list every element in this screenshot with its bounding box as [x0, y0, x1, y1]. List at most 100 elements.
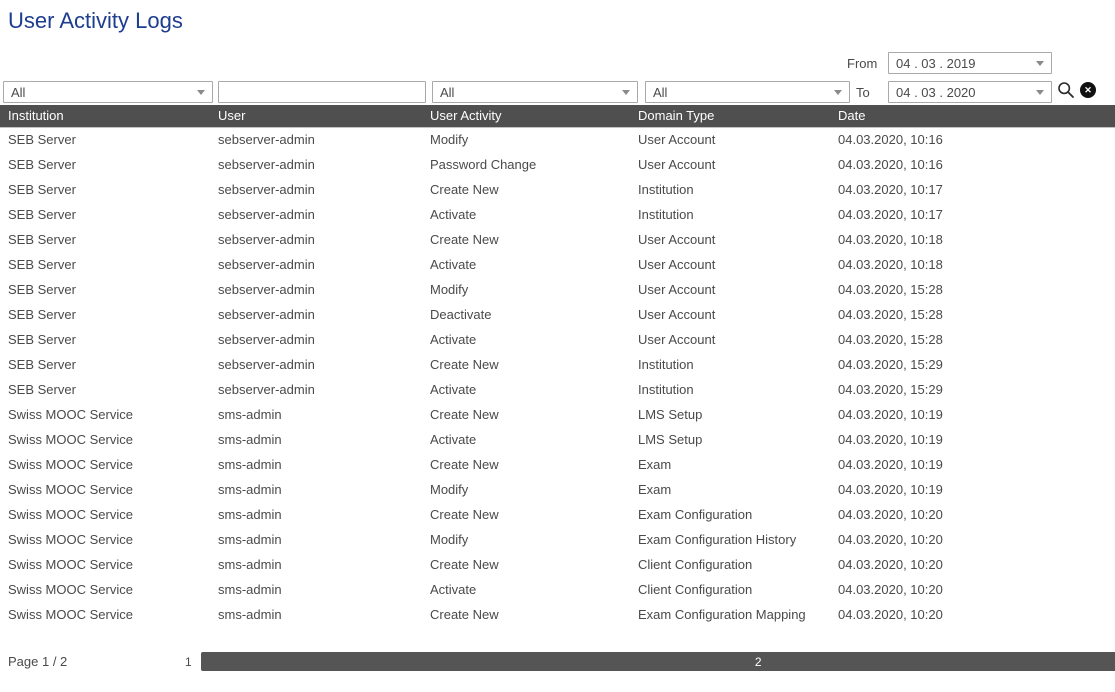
to-date-select[interactable]: 04 . 03 . 2020 [888, 81, 1052, 103]
column-header[interactable]: User [210, 105, 422, 127]
table-cell: User Account [630, 302, 830, 327]
table-row[interactable]: SEB Serversebserver-adminCreate NewUser … [0, 227, 1115, 252]
column-header[interactable]: Date [830, 105, 1115, 127]
from-date-select[interactable]: 04 . 03 . 2019 [888, 52, 1052, 74]
table-cell: Create New [422, 402, 630, 427]
table-cell: Swiss MOOC Service [0, 577, 210, 602]
table-cell: 04.03.2020, 15:29 [830, 352, 1115, 377]
table-row[interactable]: Swiss MOOC Servicesms-adminActivateLMS S… [0, 427, 1115, 452]
table-cell: Create New [422, 552, 630, 577]
table-row[interactable]: Swiss MOOC Servicesms-adminModifyExam Co… [0, 527, 1115, 552]
table-cell: Create New [422, 452, 630, 477]
table-cell: Create New [422, 352, 630, 377]
table-cell: sebserver-admin [210, 302, 422, 327]
table-cell: Create New [422, 502, 630, 527]
table-row[interactable]: SEB Serversebserver-adminActivateInstitu… [0, 202, 1115, 227]
page-title: User Activity Logs [8, 8, 183, 34]
from-label: From [847, 56, 877, 71]
table-cell: sms-admin [210, 427, 422, 452]
table-cell: 04.03.2020, 10:20 [830, 527, 1115, 552]
table-row[interactable]: SEB Serversebserver-adminCreate NewInsti… [0, 177, 1115, 202]
table-row[interactable]: Swiss MOOC Servicesms-adminCreate NewExa… [0, 502, 1115, 527]
chevron-down-icon [834, 90, 842, 95]
table-cell: 04.03.2020, 10:18 [830, 252, 1115, 277]
table-cell: sebserver-admin [210, 352, 422, 377]
table-cell: Swiss MOOC Service [0, 427, 210, 452]
table-row[interactable]: Swiss MOOC Servicesms-adminCreate NewExa… [0, 602, 1115, 627]
table-cell: sebserver-admin [210, 177, 422, 202]
table-cell: sebserver-admin [210, 127, 422, 152]
search-icon [1057, 81, 1075, 99]
table-cell: Client Configuration [630, 577, 830, 602]
table-cell: 04.03.2020, 15:29 [830, 377, 1115, 402]
column-header[interactable]: Domain Type [630, 105, 830, 127]
clear-icon: ✕ [1080, 82, 1096, 98]
pagination-page-2[interactable]: 2 [201, 652, 1115, 671]
domain-type-filter-value: All [653, 85, 667, 100]
table-cell: 04.03.2020, 10:19 [830, 427, 1115, 452]
table-cell: LMS Setup [630, 402, 830, 427]
table-row[interactable]: SEB Serversebserver-adminModifyUser Acco… [0, 127, 1115, 152]
table-row[interactable]: SEB Serversebserver-adminActivateUser Ac… [0, 327, 1115, 352]
domain-type-filter-select[interactable]: All [645, 81, 850, 103]
table-cell: Activate [422, 252, 630, 277]
table-row[interactable]: Swiss MOOC Servicesms-adminCreate NewExa… [0, 452, 1115, 477]
table-cell: SEB Server [0, 377, 210, 402]
table-cell: sms-admin [210, 552, 422, 577]
table-row[interactable]: Swiss MOOC Servicesms-adminActivateClien… [0, 577, 1115, 602]
table-cell: sebserver-admin [210, 377, 422, 402]
table-cell: sebserver-admin [210, 152, 422, 177]
table-cell: Activate [422, 377, 630, 402]
table-body: SEB Serversebserver-adminModifyUser Acco… [0, 127, 1115, 627]
user-activity-logs-page: User Activity Logs From 04 . 03 . 2019 A… [0, 0, 1115, 692]
table-cell: 04.03.2020, 10:16 [830, 127, 1115, 152]
table-cell: Exam [630, 452, 830, 477]
table-row[interactable]: SEB Serversebserver-adminDeactivateUser … [0, 302, 1115, 327]
clear-filter-button[interactable]: ✕ [1080, 82, 1096, 98]
table-row[interactable]: SEB Serversebserver-adminCreate NewInsti… [0, 352, 1115, 377]
table-cell: 04.03.2020, 15:28 [830, 277, 1115, 302]
chevron-down-icon [1036, 90, 1044, 95]
table-cell: 04.03.2020, 10:20 [830, 577, 1115, 602]
search-button[interactable] [1056, 80, 1076, 100]
table-cell: Institution [630, 202, 830, 227]
table-cell: Exam Configuration Mapping [630, 602, 830, 627]
table-cell: LMS Setup [630, 427, 830, 452]
table-cell: 04.03.2020, 10:18 [830, 227, 1115, 252]
table-cell: SEB Server [0, 152, 210, 177]
table-cell: Deactivate [422, 302, 630, 327]
page-status: Page 1 / 2 [8, 654, 67, 669]
column-header[interactable]: User Activity [422, 105, 630, 127]
user-activity-filter-value: All [440, 85, 454, 100]
table-cell: Activate [422, 327, 630, 352]
table-cell: Swiss MOOC Service [0, 402, 210, 427]
table-cell: Exam [630, 477, 830, 502]
institution-filter-select[interactable]: All [3, 81, 213, 103]
table-row[interactable]: SEB Serversebserver-adminModifyUser Acco… [0, 277, 1115, 302]
table-cell: Swiss MOOC Service [0, 602, 210, 627]
table-cell: 04.03.2020, 10:17 [830, 177, 1115, 202]
table-cell: Swiss MOOC Service [0, 477, 210, 502]
table-row[interactable]: SEB Serversebserver-adminActivateUser Ac… [0, 252, 1115, 277]
table-row[interactable]: Swiss MOOC Servicesms-adminModifyExam04.… [0, 477, 1115, 502]
table-row[interactable]: SEB Serversebserver-adminPassword Change… [0, 152, 1115, 177]
pagination-pages: 12>>> [180, 652, 1115, 671]
table-cell: Modify [422, 127, 630, 152]
institution-filter-value: All [11, 85, 25, 100]
table-row[interactable]: Swiss MOOC Servicesms-adminCreate NewLMS… [0, 402, 1115, 427]
table-cell: 04.03.2020, 10:20 [830, 552, 1115, 577]
table-cell: sms-admin [210, 477, 422, 502]
table-cell: Institution [630, 377, 830, 402]
user-activity-filter-select[interactable]: All [432, 81, 638, 103]
table-row[interactable]: Swiss MOOC Servicesms-adminCreate NewCli… [0, 552, 1115, 577]
table-row[interactable]: SEB Serversebserver-adminActivateInstitu… [0, 377, 1115, 402]
table-cell: Swiss MOOC Service [0, 527, 210, 552]
user-filter-input[interactable] [218, 81, 426, 103]
table-cell: SEB Server [0, 352, 210, 377]
to-label: To [856, 85, 870, 100]
table-cell: 04.03.2020, 10:20 [830, 602, 1115, 627]
table-cell: sebserver-admin [210, 227, 422, 252]
column-header[interactable]: Institution [0, 105, 210, 127]
table-cell: SEB Server [0, 127, 210, 152]
table-cell: sms-admin [210, 402, 422, 427]
